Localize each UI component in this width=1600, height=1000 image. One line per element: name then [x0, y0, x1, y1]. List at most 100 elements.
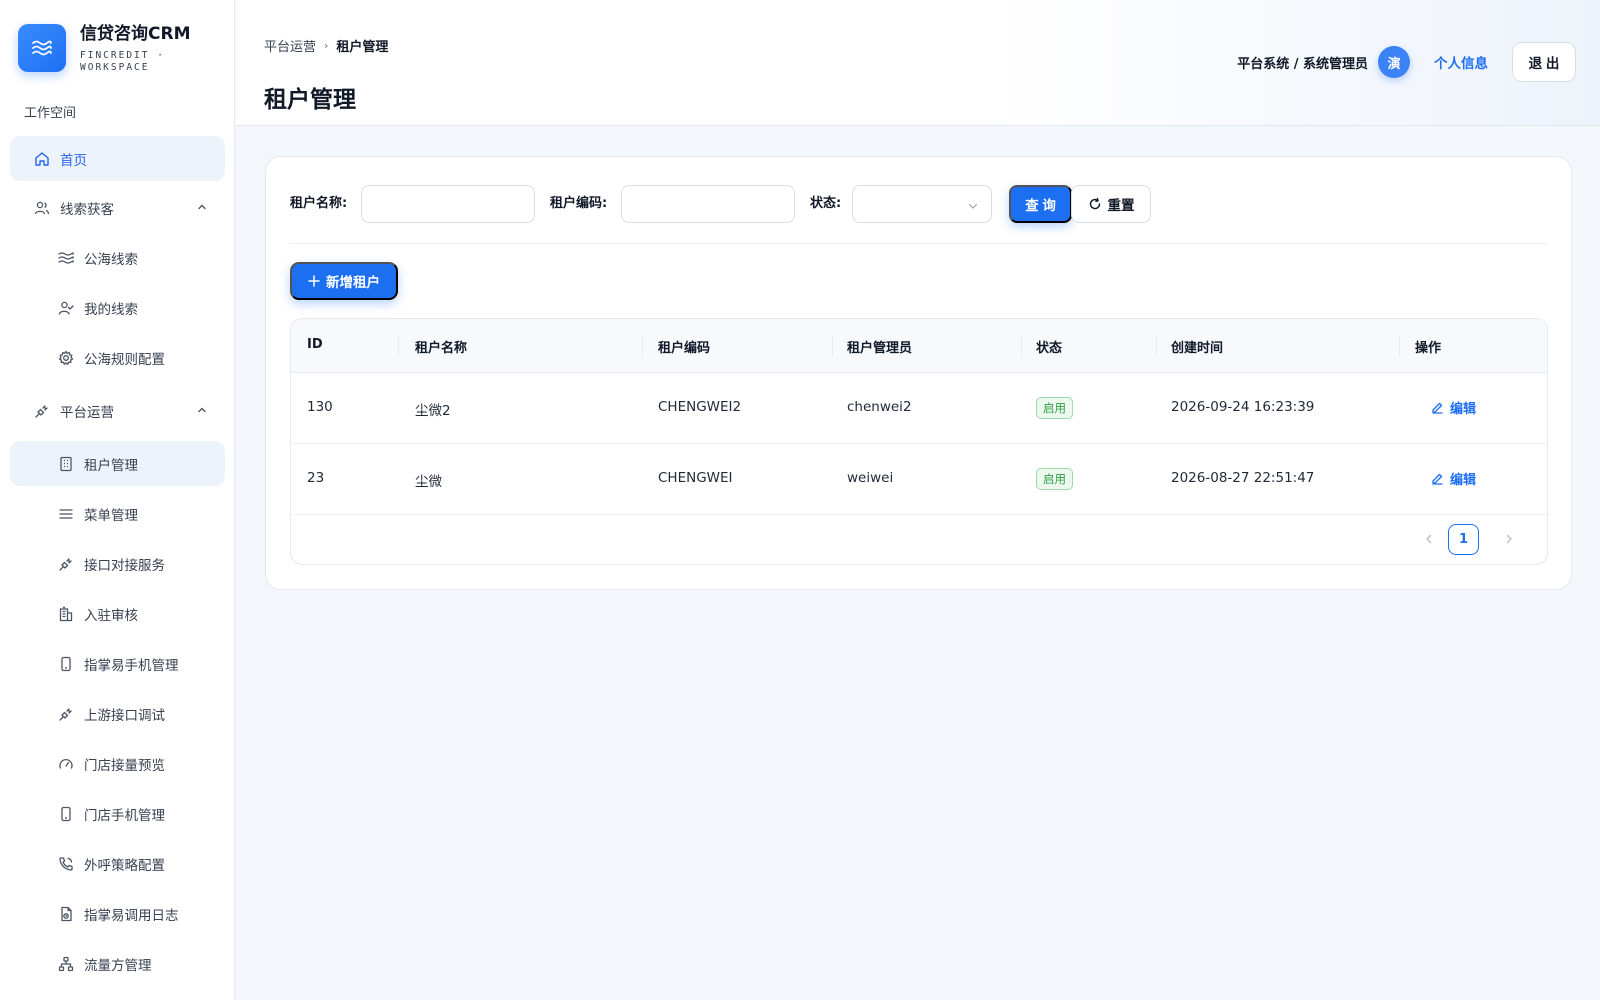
sidebar-item-platform-ops[interactable]: 平台运营: [10, 388, 225, 433]
table-row: 130 尘微2 CHENGWEI2 chenwei2 启用 2026-09-24…: [291, 373, 1547, 444]
edit-button[interactable]: 编辑: [1431, 469, 1476, 488]
column-separator: [1399, 335, 1400, 357]
status-select[interactable]: [852, 185, 992, 223]
user-area: 平台系统 / 系统管理员 演 个人信息 退 出: [1237, 42, 1576, 82]
cell-tenant-name: 尘微2: [415, 403, 451, 419]
sidebar-item-upstream-api-debug[interactable]: 上游接口调试: [10, 691, 225, 736]
sidebar-item-label: 公海规则配置: [84, 351, 165, 368]
phone-icon: [58, 656, 74, 672]
pagination: 1: [1417, 514, 1547, 564]
sidebar-item-label: 首页: [60, 152, 87, 169]
divider: [290, 243, 1548, 244]
phone-icon: [58, 806, 74, 822]
sidebar-item-outbound-call-strategy[interactable]: 外呼策略配置: [10, 841, 225, 886]
network-icon: [58, 956, 74, 972]
tenant-code-label: 租户编码:: [550, 196, 608, 211]
cell-tenant-code: CHENGWEI: [658, 470, 733, 486]
column-separator: [1156, 335, 1157, 357]
query-button[interactable]: 查 询: [1009, 185, 1072, 223]
column-header-created-time: 创建时间: [1171, 341, 1224, 356]
user-role: 平台系统 / 系统管理员: [1237, 56, 1368, 72]
sidebar-item-label: 入驻审核: [84, 607, 138, 624]
chevron-left-icon[interactable]: [1423, 530, 1435, 549]
reset-button[interactable]: 重置: [1071, 185, 1151, 223]
chevron-up-icon[interactable]: [197, 200, 207, 216]
cell-created-time: 2026-08-27 22:51:47: [1171, 470, 1315, 486]
pencil-icon: [1431, 401, 1444, 414]
cell-tenant-code: CHENGWEI2: [658, 399, 742, 415]
edit-button[interactable]: 编辑: [1431, 398, 1476, 417]
sidebar-item-traffic-partners[interactable]: 流量方管理: [10, 941, 225, 986]
users-icon: [34, 200, 50, 216]
column-header-tenant-admin: 租户管理员: [847, 341, 913, 356]
breadcrumb-item-current: 租户管理: [336, 40, 389, 55]
brand[interactable]: 信贷咨询CRM FINCREDIT · WORKSPACE: [18, 24, 190, 74]
avatar[interactable]: 演: [1378, 46, 1410, 78]
sidebar-item-public-leads[interactable]: 公海线索: [10, 235, 225, 280]
tenant-code-input[interactable]: [621, 185, 795, 223]
sidebar-item-label: 菜单管理: [84, 507, 138, 524]
cell-tenant-admin: chenwei2: [847, 399, 912, 415]
page-number-current[interactable]: 1: [1448, 524, 1479, 555]
logout-button[interactable]: 退 出: [1512, 42, 1576, 82]
building-icon: [58, 456, 74, 472]
column-separator: [642, 335, 643, 357]
tenant-name-input[interactable]: [361, 185, 535, 223]
workspace-label: 工作空间: [24, 106, 77, 121]
tenant-card: 租户名称: 租户编码: 状态: 查 询 重置 新增租户 ID 租户名称 租户编码…: [265, 156, 1572, 590]
gear-icon: [58, 350, 74, 366]
cell-id: 130: [307, 399, 333, 415]
cell-created-time: 2026-09-24 16:23:39: [1171, 399, 1315, 415]
sidebar-item-label: 我的线索: [84, 301, 138, 318]
waves-icon: [18, 24, 66, 72]
column-separator: [1021, 335, 1022, 357]
profile-link[interactable]: 个人信息: [1434, 52, 1488, 72]
sidebar-item-label: 流量方管理: [84, 957, 152, 974]
sidebar-item-label: 外呼策略配置: [84, 857, 165, 874]
sidebar-item-leads[interactable]: 线索获客: [10, 185, 225, 230]
waves-icon: [58, 250, 74, 266]
column-separator: [398, 335, 399, 357]
column-header-tenant-code: 租户编码: [658, 341, 711, 356]
plug-icon: [58, 556, 74, 572]
sidebar-item-my-leads[interactable]: 我的线索: [10, 285, 225, 330]
pencil-icon: [1431, 472, 1444, 485]
brand-title: 信贷咨询CRM: [80, 24, 191, 44]
table-row: 23 尘微 CHENGWEI weiwei 启用 2026-08-27 22:5…: [291, 444, 1547, 515]
sidebar-item-api-integration[interactable]: 接口对接服务: [10, 541, 225, 586]
breadcrumb-item-platform-ops[interactable]: 平台运营: [264, 36, 316, 55]
status-label: 状态:: [810, 196, 842, 211]
status-badge: 启用: [1036, 468, 1073, 490]
plus-icon: [308, 275, 320, 287]
sidebar-item-label: 公海线索: [84, 251, 138, 268]
sidebar-item-home[interactable]: 首页: [10, 136, 225, 181]
chevron-up-icon[interactable]: [197, 403, 207, 419]
sidebar-item-label: 上游接口调试: [84, 707, 165, 724]
sidebar-item-label: 线索获客: [60, 201, 114, 218]
sidebar-item-store-phones[interactable]: 门店手机管理: [10, 791, 225, 836]
chevron-right-icon[interactable]: [1503, 530, 1515, 549]
tenant-table: ID 租户名称 租户编码 租户管理员 状态 创建时间 操作 130 尘微2 CH…: [290, 318, 1548, 565]
sidebar-item-label: 指掌易调用日志: [84, 907, 179, 924]
reset-button-label: 重置: [1107, 198, 1135, 213]
table-header: ID 租户名称 租户编码 租户管理员 状态 创建时间 操作: [291, 319, 1547, 373]
phone-call-icon: [58, 856, 74, 872]
sidebar-item-onboarding-review[interactable]: 入驻审核: [10, 591, 225, 636]
plug-icon: [34, 403, 50, 419]
add-tenant-label: 新增租户: [326, 275, 380, 290]
sidebar-item-tenant-management[interactable]: 租户管理: [10, 441, 225, 486]
breadcrumb: 平台运营 › 租户管理: [264, 36, 388, 55]
sidebar-item-menu-management[interactable]: 菜单管理: [10, 491, 225, 536]
sidebar-item-label: 门店手机管理: [84, 807, 165, 824]
user-check-icon: [58, 300, 74, 316]
sidebar-item-zhizhangyi-call-log[interactable]: 指掌易调用日志: [10, 891, 225, 936]
sidebar-item-public-rules[interactable]: 公海规则配置: [10, 335, 225, 380]
sidebar: 信贷咨询CRM FINCREDIT · WORKSPACE 工作空间 首页 线索…: [0, 0, 235, 1000]
sidebar-item-zhizhangyi-phones[interactable]: 指掌易手机管理: [10, 641, 225, 686]
column-header-actions: 操作: [1415, 341, 1442, 356]
tenant-name-label: 租户名称:: [290, 196, 348, 211]
cell-tenant-admin: weiwei: [847, 470, 894, 486]
add-tenant-button[interactable]: 新增租户: [290, 262, 398, 300]
sidebar-item-store-volume-preview[interactable]: 门店接量预览: [10, 741, 225, 786]
page-header: 平台运营 › 租户管理 租户管理 平台系统 / 系统管理员 演 个人信息 退 出: [236, 0, 1600, 126]
